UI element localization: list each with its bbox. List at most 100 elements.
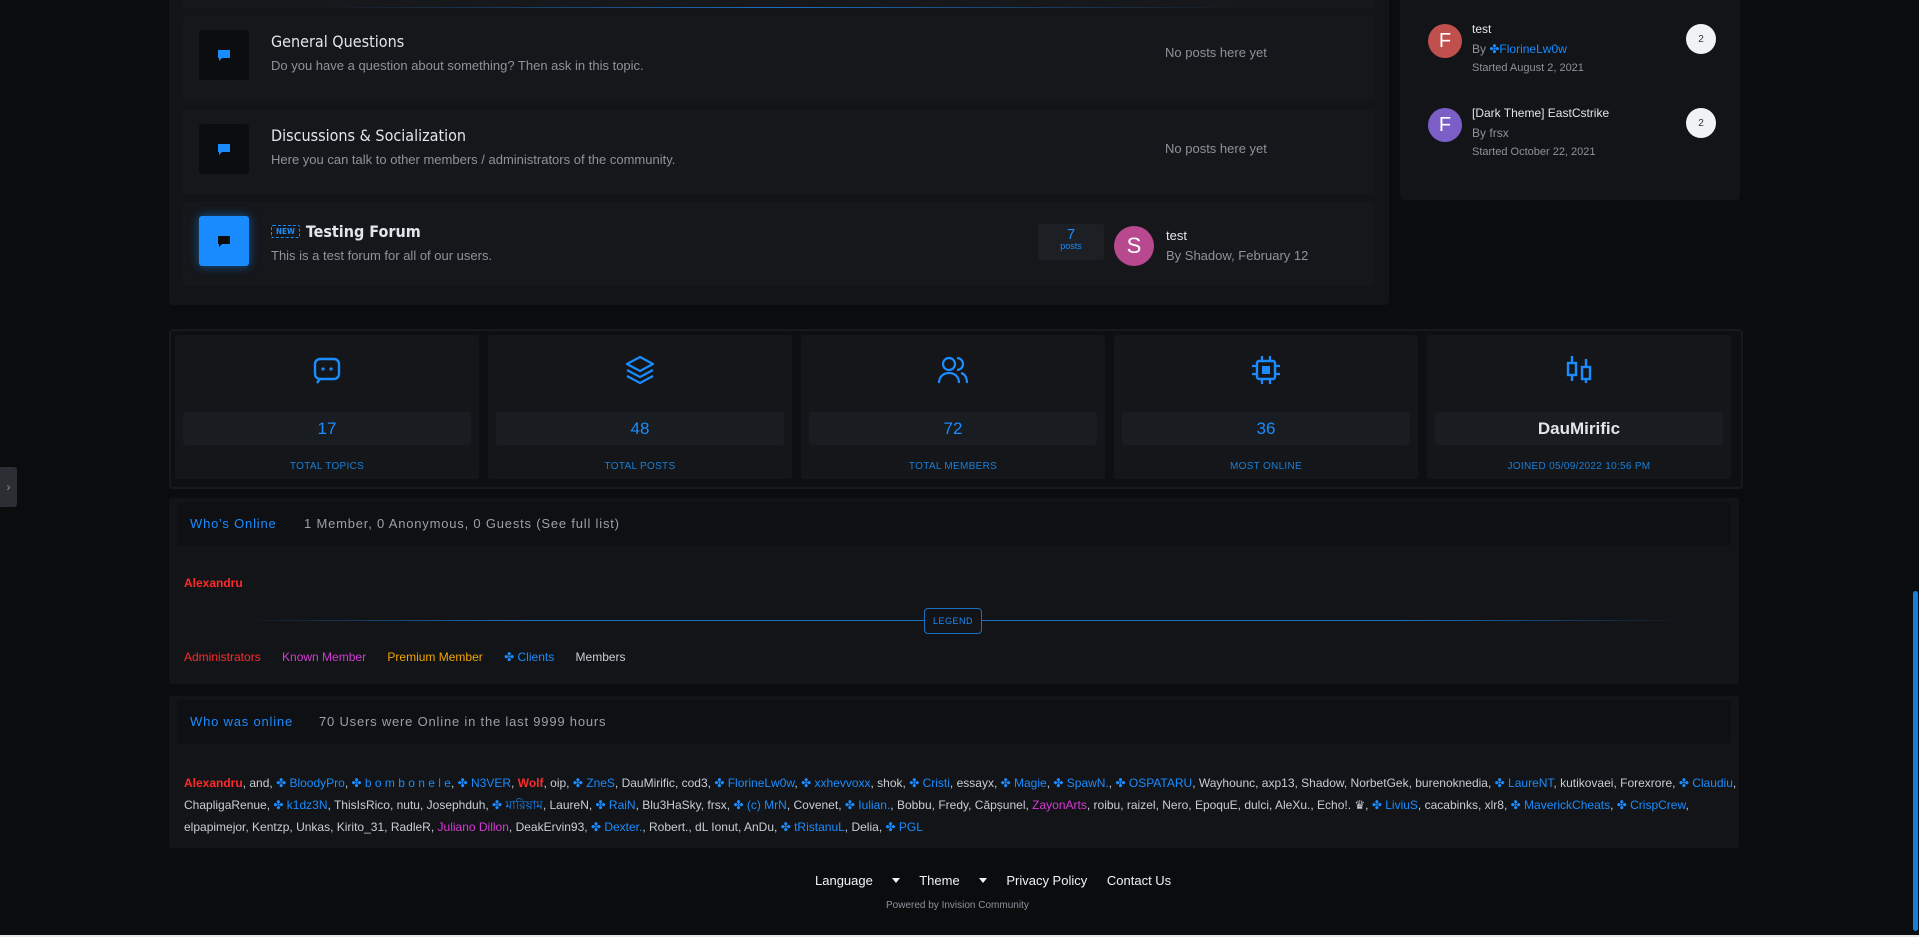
stat-value[interactable]: DauMirific (1435, 412, 1723, 445)
user-link[interactable]: DauMirific (622, 776, 675, 790)
user-link[interactable]: Wayhounc (1199, 776, 1255, 790)
user-link[interactable]: Robert. (649, 820, 688, 834)
user-link[interactable]: EpoquE (1195, 798, 1238, 812)
user-link[interactable]: ChapligaRenue (184, 798, 267, 812)
user-link[interactable]: Unkas (296, 820, 330, 834)
user-link[interactable]: Josephduh (427, 798, 486, 812)
user-link[interactable]: k1dz3N (287, 798, 328, 812)
user-link[interactable]: ZneS (586, 776, 615, 790)
client-icon: ✤ (1678, 776, 1693, 790)
user-link[interactable]: Kirito_31 (337, 820, 384, 834)
forum-title[interactable]: Discussions & Socialization (271, 126, 466, 145)
user-link[interactable]: N3VER (471, 776, 511, 790)
user-link[interactable]: frsx (707, 798, 726, 812)
footer-theme-menu[interactable]: Theme (919, 873, 987, 888)
footer-contact-link[interactable]: Contact Us (1107, 873, 1171, 888)
user-link[interactable]: Alexandru (184, 776, 243, 790)
user-link[interactable]: Kentzp (252, 820, 289, 834)
user-link[interactable]: RaiN (609, 798, 636, 812)
user-link[interactable]: RadleR (391, 820, 431, 834)
user-link[interactable]: Dexter. (604, 820, 642, 834)
topic-author[interactable]: frsx (1489, 126, 1508, 140)
powered-by[interactable]: Powered by Invision Community (886, 900, 1029, 911)
forum-title-wrapper[interactable]: NEW Testing Forum (271, 222, 421, 241)
user-link[interactable]: AnDu (744, 820, 774, 834)
user-link[interactable]: OSPATARU (1129, 776, 1192, 790)
user-link[interactable]: Magie (1014, 776, 1047, 790)
avatar[interactable]: F (1428, 24, 1462, 58)
user-link[interactable]: xlr8 (1485, 798, 1504, 812)
footer-language-menu[interactable]: Language (815, 873, 900, 888)
user-link[interactable]: axp13 (1262, 776, 1295, 790)
user-link[interactable]: FlorineLw0w (728, 776, 795, 790)
user-link[interactable]: oip (550, 776, 566, 790)
client-icon: ✤ (595, 798, 609, 812)
user-link[interactable]: BloodyPro (289, 776, 344, 790)
online-summary[interactable]: 1 Member, 0 Anonymous, 0 Guests (See ful… (304, 516, 620, 531)
user-link[interactable]: cod3 (682, 776, 708, 790)
user-link[interactable]: MaverickCheats (1524, 798, 1610, 812)
author-link[interactable]: FlorineLw0w (1499, 42, 1566, 56)
user-link[interactable]: nutu (397, 798, 420, 812)
avatar[interactable]: S (1114, 226, 1154, 266)
user-link[interactable]: NorbetGek (1351, 776, 1409, 790)
last-post-title[interactable]: test (1166, 228, 1187, 243)
user-link[interactable]: LaureN (550, 798, 589, 812)
user-link[interactable]: Delia (851, 820, 878, 834)
avatar[interactable]: F (1428, 108, 1462, 142)
user-link[interactable]: essayx (957, 776, 994, 790)
user-link[interactable]: dulci (1244, 798, 1269, 812)
user-link[interactable]: ThisIsRico (334, 798, 390, 812)
user-link[interactable]: xxhevvoxx (814, 776, 870, 790)
user-link[interactable]: Forexrore (1620, 776, 1672, 790)
forum-row[interactable]: Discussions & Socialization Here you can… (183, 110, 1375, 194)
user-link[interactable]: Fredy (938, 798, 968, 812)
user-link[interactable]: Bobbu (897, 798, 932, 812)
forum-title[interactable]: Testing Forum (306, 222, 421, 241)
topic-item[interactable]: F [Dark Theme] EastCstrike By frsx Start… (1428, 106, 1728, 178)
user-link[interactable]: elpapimejor (184, 820, 245, 834)
forum-title[interactable]: General Questions (271, 32, 404, 51)
user-link[interactable]: LiviuS (1385, 798, 1418, 812)
user-link[interactable]: roibu (1094, 798, 1121, 812)
user-link[interactable]: DeakErvin93 (516, 820, 585, 834)
user-link[interactable]: LaureNT (1508, 776, 1553, 790)
footer-privacy-link[interactable]: Privacy Policy (1006, 873, 1087, 888)
forum-row[interactable]: General Questions Do you have a question… (183, 16, 1375, 100)
user-link[interactable]: (c) MrN (747, 798, 787, 812)
user-link[interactable]: Echo!. ♛ (1317, 798, 1365, 812)
user-link[interactable]: cacabinks (1425, 798, 1478, 812)
user-link[interactable]: and (249, 776, 269, 790)
user-link[interactable]: dL Ionut (695, 820, 738, 834)
user-link[interactable]: মারিয়াম (505, 798, 542, 812)
user-link[interactable]: CrispCrew (1630, 798, 1685, 812)
user-link[interactable]: Nero (1162, 798, 1188, 812)
user-link[interactable]: raizel (1127, 798, 1156, 812)
user-link[interactable]: burenoknedia (1415, 776, 1488, 790)
user-link[interactable]: b o m b o n e l e (365, 776, 451, 790)
user-link[interactable]: PGL (899, 820, 923, 834)
user-link[interactable]: Wolf (518, 776, 544, 790)
user-link[interactable]: Shadow (1301, 776, 1344, 790)
user-link[interactable]: Claudiu (1692, 776, 1733, 790)
user-link[interactable]: Covenet (793, 798, 838, 812)
user-link[interactable]: Căpșunel (975, 798, 1026, 812)
user-link[interactable]: kutikovaei (1560, 776, 1613, 790)
user-link[interactable]: Iulian. (858, 798, 890, 812)
topic-title[interactable]: [Dark Theme] EastCstrike (1472, 106, 1609, 120)
user-link[interactable]: ZayonArts (1032, 798, 1087, 812)
user-link[interactable]: AleXu. (1275, 798, 1310, 812)
sidebar-toggle-handle[interactable]: › (0, 467, 17, 507)
user-link[interactable]: shok (877, 776, 902, 790)
user-link[interactable]: tRistanuL (794, 820, 845, 834)
topic-item[interactable]: F test By ✤FlorineLw0w Started August 2,… (1428, 22, 1728, 94)
topic-title[interactable]: test (1472, 22, 1491, 36)
user-link[interactable]: Cristi (923, 776, 950, 790)
online-member-link[interactable]: Alexandru (184, 576, 243, 590)
scrollbar-thumb[interactable] (1913, 591, 1918, 931)
page-scrollbar[interactable] (1912, 0, 1919, 935)
user-link[interactable]: Juliano Dillon (438, 820, 509, 834)
user-link[interactable]: Blu3HaSky (642, 798, 700, 812)
forum-row[interactable]: NEW Testing Forum This is a test forum fo… (183, 202, 1375, 286)
user-link[interactable]: SpawN. (1067, 776, 1109, 790)
